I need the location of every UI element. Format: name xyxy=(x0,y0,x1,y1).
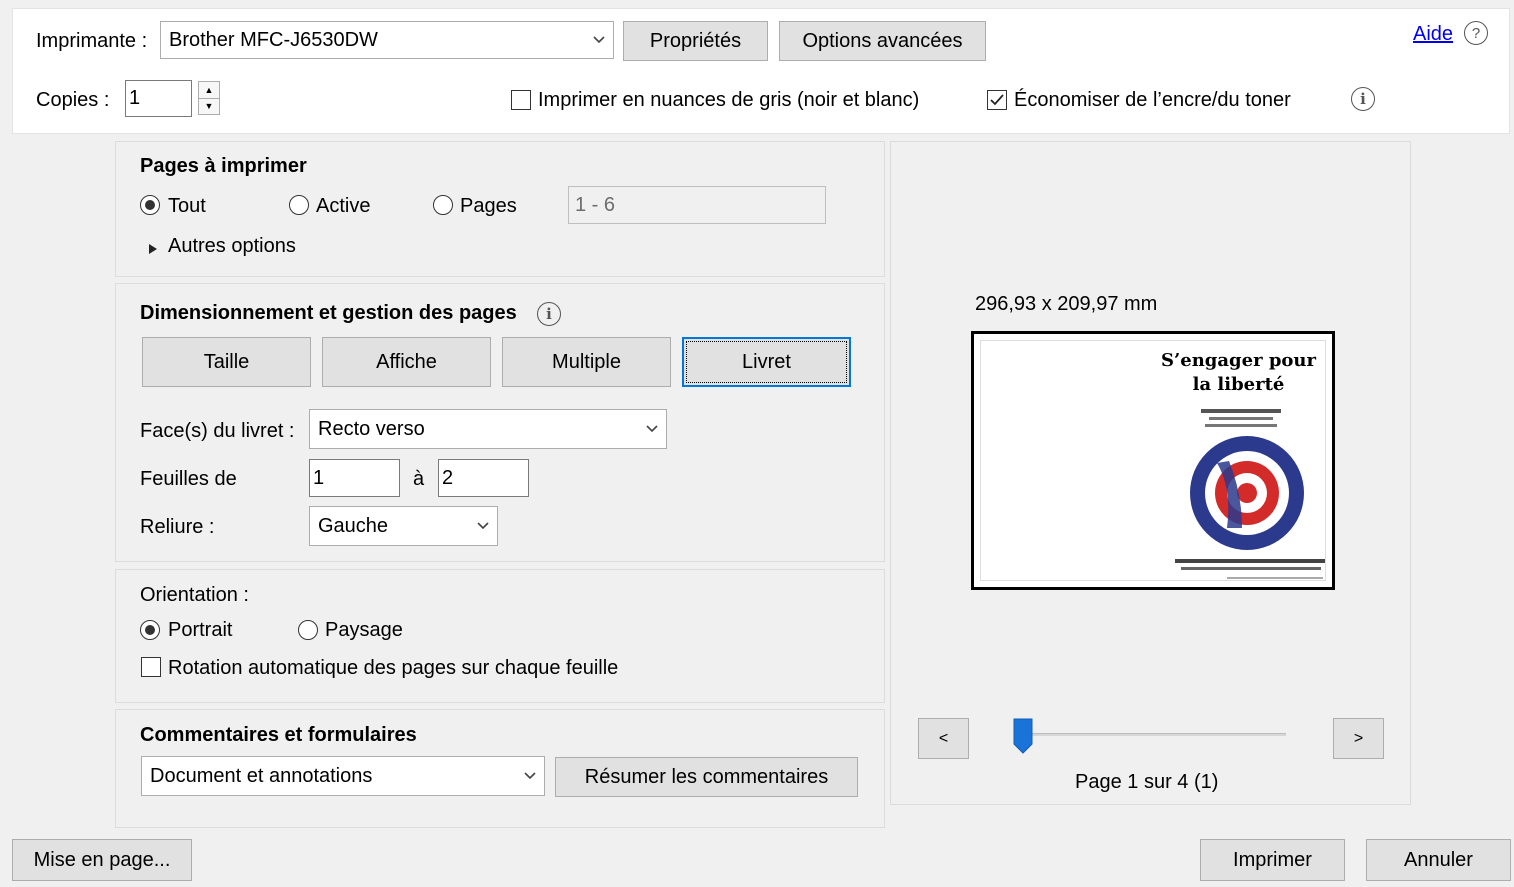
sheets-to-label: à xyxy=(413,468,425,490)
tab-size[interactable]: Taille xyxy=(142,337,311,387)
radio-landscape-label: Paysage xyxy=(325,619,403,641)
auto-rotate-checkbox[interactable] xyxy=(141,657,161,677)
page-setup-button[interactable]: Mise en page... xyxy=(12,839,192,881)
radio-active[interactable] xyxy=(289,195,309,215)
page-slider-thumb[interactable] xyxy=(1013,718,1033,760)
booklet-sides-value: Recto verso xyxy=(318,417,425,440)
radio-active-label: Active xyxy=(316,195,371,217)
copies-label: Copies : xyxy=(36,89,110,111)
stepper-up-icon[interactable]: ▲ xyxy=(199,82,219,99)
comments-select[interactable]: Document et annotations xyxy=(141,756,545,796)
advanced-options-button[interactable]: Options avancées xyxy=(779,21,986,61)
sheets-to-input[interactable]: 2 xyxy=(438,459,529,497)
help-link[interactable]: Aide xyxy=(1413,22,1453,46)
tab-poster[interactable]: Affiche xyxy=(322,337,491,387)
binding-select[interactable]: Gauche xyxy=(309,506,498,546)
help-icon[interactable]: ? xyxy=(1464,21,1488,45)
preview-dimensions: 296,93 x 209,97 mm xyxy=(975,293,1158,315)
grayscale-label: Imprimer en nuances de gris (noir et bla… xyxy=(538,89,920,111)
page-preview: S’engager pour la liberté xyxy=(971,331,1335,590)
print-button[interactable]: Imprimer xyxy=(1200,839,1345,881)
sheets-label: Feuilles de xyxy=(140,468,237,490)
radio-all[interactable] xyxy=(140,195,160,215)
prev-page-button[interactable]: < xyxy=(918,718,969,759)
checkmark-icon xyxy=(990,94,1004,106)
booklet-sides-label: Face(s) du livret : xyxy=(140,420,295,442)
triangle-right-icon[interactable] xyxy=(148,238,158,261)
more-options-toggle[interactable]: Autres options xyxy=(168,234,296,258)
summarize-comments-button[interactable]: Résumer les commentaires xyxy=(555,757,858,797)
booklet-sides-select[interactable]: Recto verso xyxy=(309,409,667,449)
stepper-down-icon[interactable]: ▼ xyxy=(199,99,219,115)
page-status: Page 1 sur 4 (1) xyxy=(1075,771,1219,793)
printer-select[interactable]: Brother MFC-J6530DW xyxy=(160,21,614,59)
preview-heading-line1: S’engager pour xyxy=(1160,350,1316,371)
preview-heading: S’engager pour la liberté xyxy=(1151,349,1326,397)
chevron-down-icon xyxy=(516,757,544,795)
radio-portrait[interactable] xyxy=(140,620,160,640)
binding-value: Gauche xyxy=(318,514,389,537)
radio-pages[interactable] xyxy=(433,195,453,215)
chevron-down-icon xyxy=(638,410,666,448)
radio-portrait-label: Portrait xyxy=(168,619,233,641)
next-page-button[interactable]: > xyxy=(1333,718,1384,759)
info-icon[interactable]: i xyxy=(1351,87,1375,111)
radio-pages-label: Pages xyxy=(460,195,517,217)
preview-heading-line2: la liberté xyxy=(1192,374,1285,395)
pages-range-input[interactable]: 1 - 6 xyxy=(568,186,826,224)
chevron-down-icon xyxy=(585,22,613,58)
tab-size-label: Taille xyxy=(203,350,250,373)
tab-booklet[interactable]: Livret xyxy=(682,337,851,387)
tab-multiple-label: Multiple xyxy=(552,350,621,373)
preview-text-line xyxy=(1181,567,1321,570)
page-preview-sheet: S’engager pour la liberté xyxy=(980,340,1326,581)
preview-text-line xyxy=(1201,409,1281,413)
chevron-down-icon xyxy=(469,507,497,545)
page-slider-track[interactable] xyxy=(1022,733,1286,736)
preview-text-line xyxy=(1205,424,1277,427)
info-icon[interactable]: i xyxy=(537,302,561,326)
preview-text-line xyxy=(1175,559,1325,563)
seal-emblem-icon xyxy=(1190,436,1304,550)
tab-poster-label: Affiche xyxy=(376,350,437,373)
save-ink-checkbox[interactable] xyxy=(987,90,1007,110)
copies-input[interactable]: 1 xyxy=(125,80,192,117)
comments-title: Commentaires et formulaires xyxy=(140,724,417,746)
preview-text-line xyxy=(1227,577,1323,579)
sheets-from-input[interactable]: 1 xyxy=(309,459,400,497)
cancel-button[interactable]: Annuler xyxy=(1366,839,1511,881)
pages-title: Pages à imprimer xyxy=(140,155,307,177)
auto-rotate-label: Rotation automatique des pages sur chaqu… xyxy=(168,657,619,679)
preview-text-line xyxy=(1209,417,1273,420)
copies-stepper[interactable]: ▲ ▼ xyxy=(198,81,220,115)
tab-booklet-label: Livret xyxy=(742,350,791,373)
radio-landscape[interactable] xyxy=(298,620,318,640)
printer-label: Imprimante : xyxy=(36,30,148,52)
sizing-title: Dimensionnement et gestion des pages xyxy=(140,302,517,324)
grayscale-checkbox[interactable] xyxy=(511,90,531,110)
printer-value: Brother MFC-J6530DW xyxy=(169,28,378,51)
properties-button[interactable]: Propriétés xyxy=(623,21,768,61)
orientation-title: Orientation : xyxy=(140,584,249,606)
radio-all-label: Tout xyxy=(168,195,206,217)
tab-multiple[interactable]: Multiple xyxy=(502,337,671,387)
save-ink-label: Économiser de l’encre/du toner xyxy=(1014,89,1291,111)
comments-value: Document et annotations xyxy=(150,764,373,787)
binding-label: Reliure : xyxy=(140,516,215,538)
